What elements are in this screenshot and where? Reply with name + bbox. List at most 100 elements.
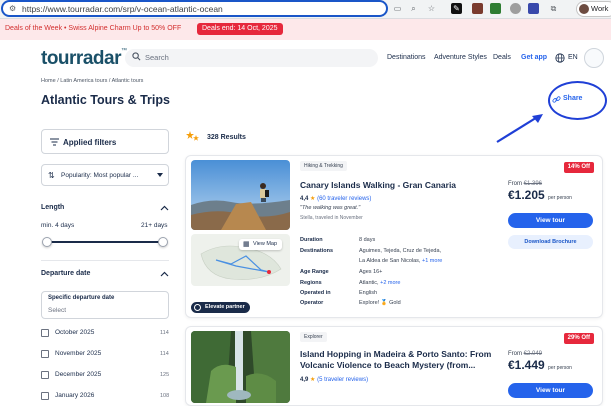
bookmark-star-icon[interactable]: ☆	[426, 3, 437, 14]
extension-icon-5[interactable]	[528, 3, 539, 14]
departure-date-label: Specific departure date	[48, 295, 115, 301]
detail-label: Duration	[300, 237, 323, 243]
rating-value: 4,4	[300, 196, 309, 202]
route-map[interactable]: ▦ View Map	[191, 234, 290, 286]
month-label[interactable]: January 2026	[55, 392, 94, 399]
view-tour-button[interactable]: View tour	[508, 383, 593, 398]
url-text: https://www.tourradar.com/srp/v-ocean-at…	[22, 4, 223, 14]
search-input[interactable]: Search	[125, 49, 378, 67]
price-value: €1.449	[508, 358, 545, 372]
more-link[interactable]: +2 more	[380, 280, 400, 286]
deals-text: Deals of the Week • Swiss Alpine Charm U…	[5, 25, 182, 32]
results-count: 328 Results	[207, 134, 246, 141]
length-max-label: 21+ days	[141, 222, 168, 229]
detail-value: English	[359, 290, 378, 296]
language-selector[interactable]: EN	[568, 54, 578, 61]
month-count: 114	[160, 330, 169, 336]
breadcrumb[interactable]: Home / Latin America tours / Atlantic to…	[41, 78, 143, 84]
length-slider-track[interactable]	[47, 241, 163, 243]
detail-value: 8 days	[359, 237, 376, 243]
extension-icon-4[interactable]	[510, 3, 521, 14]
tour-photo[interactable]	[191, 331, 290, 403]
price: €1.449 per person	[508, 358, 572, 372]
deals-banner[interactable]: Deals of the Week • Swiss Alpine Charm U…	[0, 19, 611, 40]
extensions-puzzle-icon[interactable]: ⧉	[548, 3, 559, 14]
deals-end-badge: Deals end: 14 Oct, 2025	[197, 23, 283, 35]
detail-label: Age Range	[300, 269, 329, 275]
month-checkbox[interactable]	[41, 350, 49, 358]
user-account-icon[interactable]	[584, 48, 604, 68]
caret-down-icon	[157, 173, 163, 177]
view-map-label: View Map	[253, 241, 278, 247]
address-bar[interactable]: ⚙ https://www.tourradar.com/srp/v-ocean-…	[1, 0, 388, 17]
detail-label: Destinations	[300, 248, 334, 254]
detail-value: La Aldea de San Nicolas, +1 more	[359, 258, 442, 264]
tour-title[interactable]: Canary Islands Walking - Gran Canaria	[300, 180, 456, 191]
elevate-icon	[194, 304, 201, 311]
tour-style-tag: Explorer	[300, 332, 327, 342]
download-brochure-button[interactable]: Download Brochure	[508, 235, 593, 249]
tour-photo[interactable]	[191, 160, 290, 230]
profile-label: Work	[591, 4, 609, 13]
stars-icon	[186, 131, 199, 141]
profile-avatar	[579, 4, 589, 14]
extension-icon-1[interactable]: ✎	[451, 3, 462, 14]
month-label[interactable]: October 2025	[55, 329, 94, 336]
review-author: Stella, traveled in November	[300, 215, 363, 221]
get-app-link[interactable]: Get app	[521, 54, 547, 61]
month-count: 125	[160, 372, 170, 378]
elevate-partner-badge: Elevate partner	[191, 302, 250, 313]
discount-badge: 14% Off	[563, 162, 594, 173]
departure-date-field[interactable]: Specific departure date Select	[41, 291, 169, 319]
browser-toolbar: ⚙ https://www.tourradar.com/srp/v-ocean-…	[0, 0, 611, 19]
chevron-up-icon[interactable]	[160, 271, 169, 277]
length-slider-min-handle[interactable]	[42, 237, 52, 247]
star-icon: ★	[310, 377, 316, 383]
price: €1.205 per person	[508, 188, 572, 202]
tour-card[interactable]: Explorer Island Hopping in Madeira & Por…	[185, 326, 603, 406]
tour-style-tag: Hiking & Trekking	[300, 161, 347, 171]
globe-icon[interactable]	[555, 53, 565, 63]
length-slider-max-handle[interactable]	[158, 237, 168, 247]
tour-rating: 4,9 ★ (5 traveler reviews)	[300, 376, 368, 383]
month-checkbox[interactable]	[41, 329, 49, 337]
filter-lines-icon	[50, 138, 59, 146]
month-count: 108	[160, 393, 170, 399]
site-info-icon[interactable]: ⚙	[9, 5, 17, 13]
old-price: €2.049	[523, 351, 543, 357]
star-icon: ★	[310, 196, 316, 202]
chevron-up-icon[interactable]	[160, 205, 169, 211]
more-link[interactable]: +1 more	[422, 258, 442, 264]
detail-value-text: Atlantic,	[359, 280, 379, 286]
page-title: Atlantic Tours & Trips	[41, 93, 170, 107]
tour-card[interactable]: ▦ View Map Elevate partner Hiking & Trekk…	[185, 155, 603, 318]
map-icon: ▦	[243, 241, 250, 248]
profile-button[interactable]: Work	[576, 1, 611, 17]
nav-destinations[interactable]: Destinations	[387, 54, 426, 61]
sort-select[interactable]: ⇅ Popularity: Most popular ...	[41, 164, 169, 186]
logo-text: tourradar	[41, 48, 121, 69]
review-count[interactable]: (5 traveler reviews)	[317, 377, 368, 383]
review-count[interactable]: (60 traveler reviews)	[317, 196, 371, 202]
extension-icon-2[interactable]	[472, 3, 483, 14]
price-from: From €1.396	[508, 181, 542, 187]
view-tour-button[interactable]: View tour	[508, 213, 593, 228]
month-label[interactable]: November 2025	[55, 350, 101, 357]
from-label: From	[508, 181, 522, 187]
extension-icon-3[interactable]	[490, 3, 501, 14]
sort-value: Popularity: Most popular ...	[61, 172, 139, 179]
zoom-icon[interactable]: ⌕	[408, 3, 419, 14]
detail-value: Aguimes, Tejeda, Cruz de Tejeda,	[359, 248, 442, 254]
applied-filters-button[interactable]: Applied filters	[41, 129, 169, 154]
departure-date-placeholder: Select	[48, 307, 67, 314]
month-checkbox[interactable]	[41, 371, 49, 379]
nav-adventure-styles[interactable]: Adventure Styles	[434, 54, 487, 61]
view-map-button[interactable]: ▦ View Map	[239, 239, 283, 250]
month-label[interactable]: December 2025	[55, 371, 101, 378]
screen-cast-icon[interactable]: ▭	[392, 3, 403, 14]
nav-deals[interactable]: Deals	[493, 54, 511, 61]
tourradar-logo[interactable]: tourradar™	[41, 48, 127, 70]
tour-title[interactable]: Island Hopping in Madeira & Porto Santo:…	[300, 349, 500, 371]
detail-value: Ages 16+	[359, 269, 383, 275]
detail-value: Explore! 🏅 Gold	[359, 300, 401, 306]
